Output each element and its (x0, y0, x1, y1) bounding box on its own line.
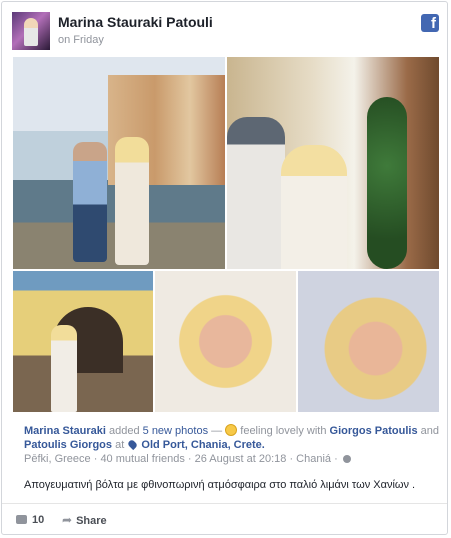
post-header: Marina Stauraki Patouli on Friday f (12, 12, 439, 52)
caption-meta: Pēfki, Greece · 40 mutual friends · 26 A… (24, 452, 439, 466)
mutual-friends[interactable]: 40 mutual friends (100, 453, 184, 465)
author-name[interactable]: Marina Stauraki Patouli (58, 14, 213, 30)
actor-link[interactable]: Marina Stauraki (24, 425, 106, 437)
post-timestamp[interactable]: on Friday (58, 34, 104, 46)
photo-shop-doorway[interactable] (13, 271, 153, 412)
post-description: Απογευματινή βόλτα με φθινοπωρινή ατμόσφ… (24, 479, 416, 491)
tagged-person-1[interactable]: Giorgos Patoulis (330, 425, 418, 437)
caption-line-1: Marina Stauraki added 5 new photos — fee… (24, 424, 439, 437)
photo-street-selfie[interactable] (227, 57, 439, 269)
tagged-person-2[interactable]: Patoulis Giorgos (24, 439, 112, 451)
divider (2, 503, 447, 504)
photo-harbor-couple[interactable] (13, 57, 225, 269)
feeling-emoji-icon (225, 424, 238, 436)
photo-selfie-2[interactable] (298, 271, 439, 412)
globe-icon (342, 455, 351, 463)
share-icon: ➦ (62, 513, 73, 527)
photo-selfie-1[interactable] (155, 271, 296, 412)
avatar[interactable] (12, 12, 50, 50)
post-date[interactable]: 26 August at 20:18 (195, 453, 287, 465)
location-link[interactable]: Old Port, Chania, Crete. (141, 439, 264, 451)
comments-count: 10 (32, 514, 45, 526)
caption-line-2: Patoulis Giorgos at Old Port, Chania, Cr… (24, 438, 265, 451)
comment-icon (16, 515, 27, 524)
post-card: Marina Stauraki Patouli on Friday f Mari… (1, 1, 448, 535)
city-link[interactable]: Chaniá (296, 453, 331, 465)
location-pin-icon (127, 438, 139, 451)
comments-button[interactable]: 10 (16, 512, 44, 528)
post-caption: Marina Stauraki added 5 new photos — fee… (24, 424, 439, 466)
facebook-icon[interactable]: f (421, 14, 439, 32)
photos-link[interactable]: 5 new photos (143, 425, 208, 437)
share-button[interactable]: ➦ Share (62, 512, 107, 529)
share-label: Share (76, 515, 107, 527)
